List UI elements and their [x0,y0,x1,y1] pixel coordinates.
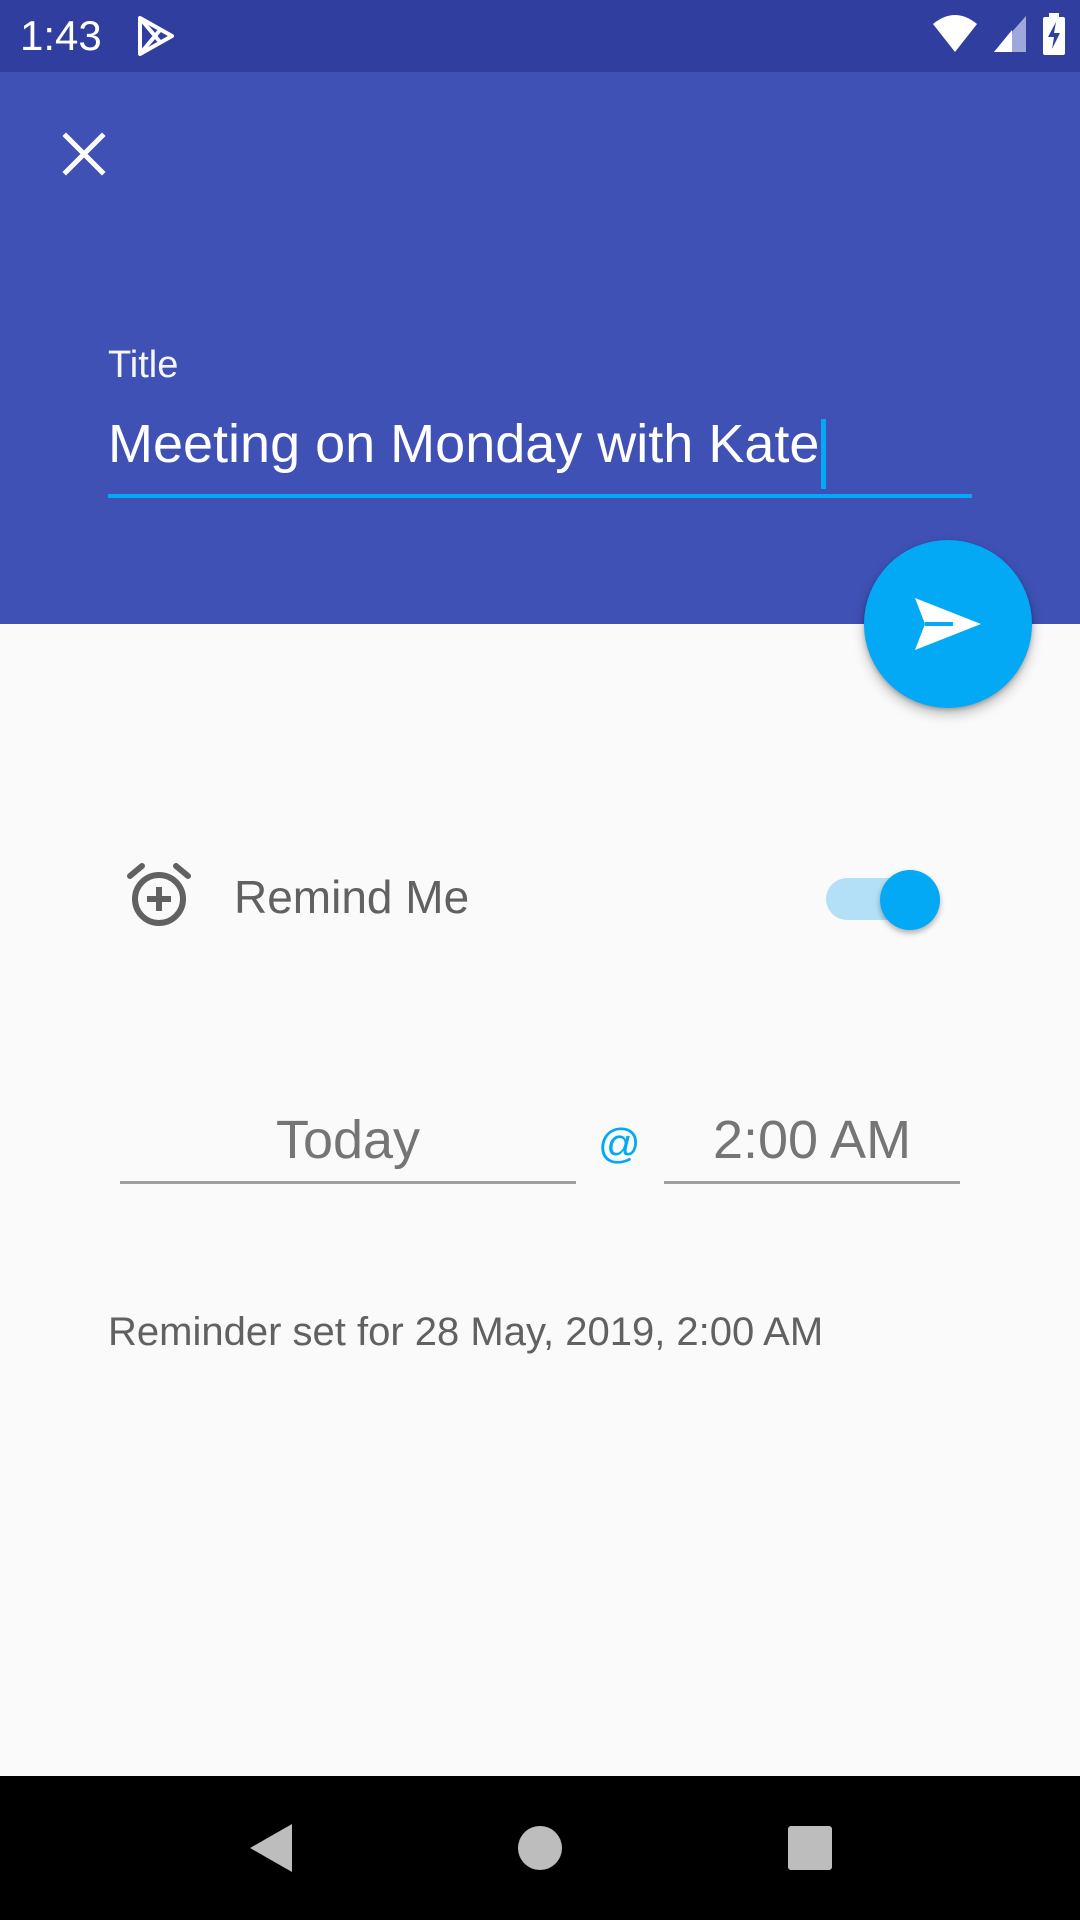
time-field[interactable]: 2:00 AM [664,1100,960,1184]
app-header: Title Meeting on Monday with Kate [0,72,1080,624]
reminder-summary: Reminder set for 28 May, 2019, 2:00 AM [108,1310,824,1354]
text-caret [821,418,827,489]
status-bar: 1:43 [0,0,1080,72]
time-value: 2:00 AM [712,1110,912,1170]
signal-icon [992,14,1028,59]
back-icon [250,1824,292,1872]
send-icon [915,598,981,650]
back-button[interactable] [244,1820,300,1876]
navigation-bar [0,1776,1080,1920]
date-value: Today [275,1110,421,1170]
switch-thumb [880,870,940,930]
wifi-icon [932,14,978,59]
send-button[interactable] [864,540,1032,708]
title-input[interactable]: Meeting on Monday with Kate [108,406,972,498]
at-separator: @ [598,1120,641,1167]
status-icons [932,12,1066,60]
alarm-add-icon [126,862,192,928]
recents-button[interactable] [782,1820,838,1876]
title-input-text: Meeting on Monday with Kate [108,414,820,474]
remind-me-row: Remind Me [0,840,1080,950]
status-time: 1:43 [20,12,102,59]
recents-icon [788,1826,832,1870]
close-icon [62,132,106,176]
date-field[interactable]: Today [120,1100,576,1184]
remind-me-label: Remind Me [234,871,470,923]
remind-me-switch[interactable] [824,864,942,930]
close-button[interactable] [50,120,118,188]
play-store-icon [136,16,176,56]
home-icon [518,1826,562,1870]
title-label: Title [108,344,179,386]
battery-charging-icon [1042,12,1066,60]
home-button[interactable] [512,1820,568,1876]
